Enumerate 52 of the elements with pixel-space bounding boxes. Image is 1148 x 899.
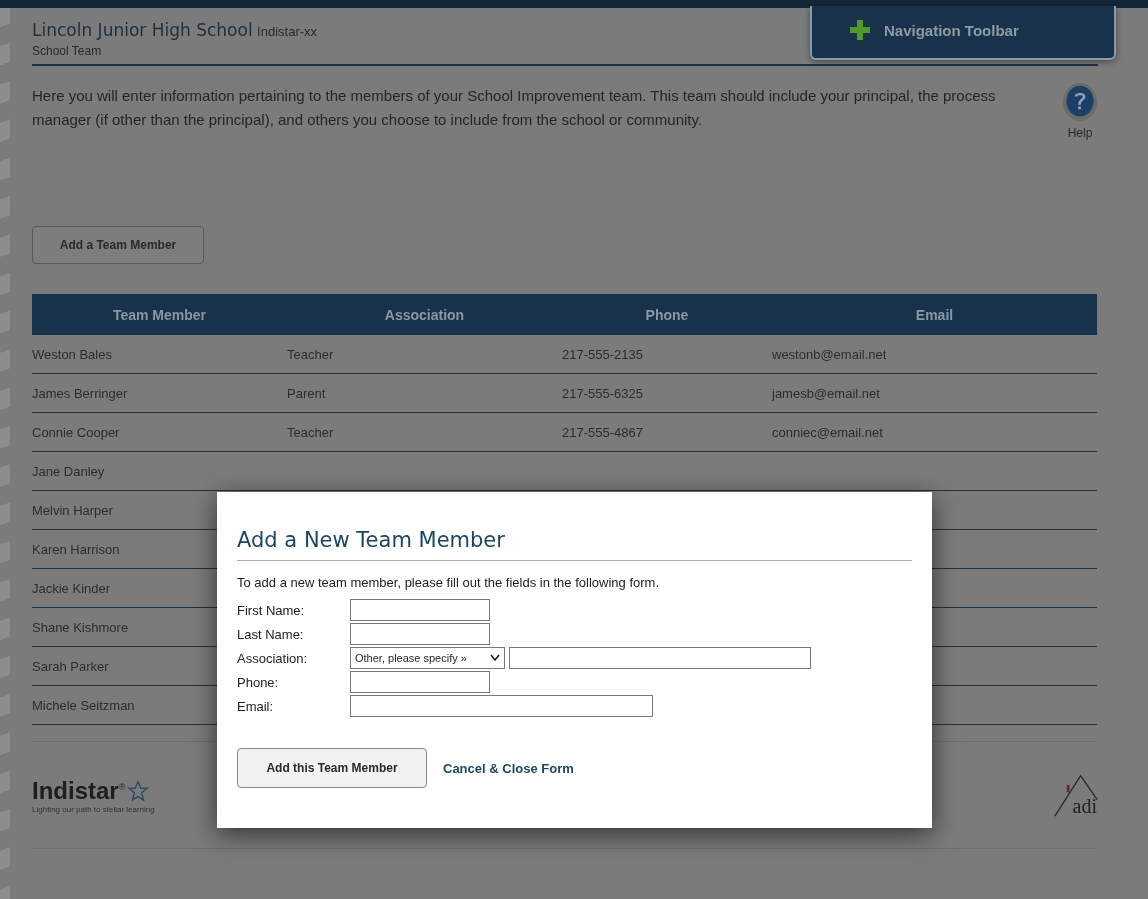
table-cell: Karen Harrison xyxy=(32,541,120,557)
column-header: Phone xyxy=(562,294,772,335)
table-cell: 217-555-6325 xyxy=(562,385,643,401)
add-member-button[interactable]: Add this Team Member xyxy=(237,748,427,788)
table-cell: 217-555-4867 xyxy=(562,424,643,440)
school-code: Indistar-xx xyxy=(257,24,318,39)
field-label: Association: xyxy=(237,650,309,666)
table-cell: Jackie Kinder xyxy=(32,580,111,596)
table-cell: Michele Seitzman xyxy=(32,697,135,713)
table-cell: Shane Kishmore xyxy=(32,619,129,635)
field-label: First Name: xyxy=(237,602,306,618)
table-cell: Connie Cooper xyxy=(32,424,120,440)
star-outline-icon xyxy=(127,779,150,802)
input-field[interactable] xyxy=(350,671,490,693)
help-icon[interactable] xyxy=(1062,82,1098,122)
section-title: School Team xyxy=(32,44,103,58)
intro-paragraph: Here you will enter information pertaining to the members of your School Improvement team. This team should include your principal, the process manager (if other than the principal), and others you choose to include from the school or community. xyxy=(32,86,997,130)
dialog-title: Add a New Team Member xyxy=(237,528,912,561)
navigation-toolbar-button[interactable]: Navigation Toolbar xyxy=(810,6,1116,60)
input-field[interactable] xyxy=(350,599,490,621)
table-cell: westonb@email.net xyxy=(772,346,887,362)
school-name: Lincoln Junior High School xyxy=(32,20,253,40)
input-field[interactable] xyxy=(350,623,490,645)
column-header: Email xyxy=(772,294,1097,335)
dialog-instruction: To add a new team member, please fill out the fields in the following form. xyxy=(237,575,660,590)
table-cell: Jane Danley xyxy=(32,463,105,479)
help-label: Help xyxy=(1067,126,1093,140)
table-cell: conniec@email.net xyxy=(772,424,883,440)
add-team-member-button[interactable]: Add a Team Member xyxy=(32,226,204,264)
table-cell: Teacher xyxy=(287,346,334,362)
input-field[interactable] xyxy=(350,695,653,717)
table-cell: 217-555-2135 xyxy=(562,346,643,362)
table-cell: Teacher xyxy=(287,424,334,440)
roof-icon xyxy=(1052,772,1099,818)
input-field[interactable] xyxy=(509,647,811,669)
association-dropdown[interactable]: Other, please specify » xyxy=(350,647,505,669)
field-label: Last Name: xyxy=(237,626,305,642)
logo-text: adi xyxy=(1072,795,1097,818)
table-cell: Sarah Parker xyxy=(32,658,109,674)
table-cell: Parent xyxy=(287,385,326,401)
column-header: Team Member xyxy=(32,294,287,335)
table-cell: Weston Bales xyxy=(32,346,112,362)
column-header: Association xyxy=(287,294,562,335)
plus-icon xyxy=(850,20,870,40)
chevron-down-icon xyxy=(490,654,500,662)
logo-text: Indistar$^{®}$ xyxy=(32,776,126,805)
field-label: Phone: xyxy=(237,674,280,690)
table-cell: Melvin Harper xyxy=(32,502,113,518)
field-label: Email: xyxy=(237,698,275,714)
cancel-link[interactable]: Cancel & Close Form xyxy=(443,760,574,776)
table-cell: James Berringer xyxy=(32,385,128,401)
table-cell: jamesb@email.net xyxy=(772,385,880,401)
